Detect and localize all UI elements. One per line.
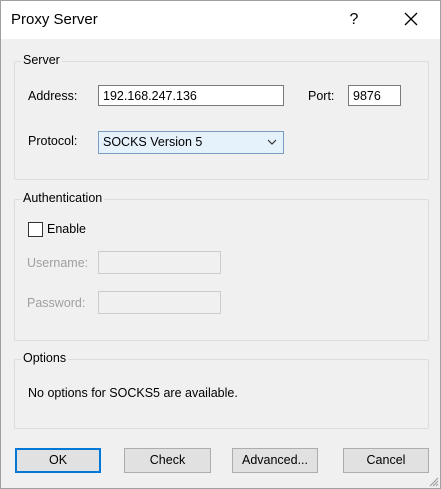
options-group-label: Options [21,351,69,365]
close-button[interactable] [397,7,425,33]
enable-checkbox[interactable] [28,222,43,237]
protocol-label: Protocol: [28,134,78,148]
password-label: Password: [27,296,86,310]
help-button[interactable]: ? [341,7,367,33]
options-message: No options for SOCKS5 are available. [28,386,238,400]
password-input[interactable] [98,291,221,314]
protocol-select[interactable]: SOCKS Version 5 [98,131,284,154]
advanced-button[interactable]: Advanced... [232,448,318,473]
authentication-group-label: Authentication [21,191,105,205]
server-group: Server [14,53,429,180]
ok-button[interactable]: OK [15,448,101,473]
close-icon [404,12,418,26]
resize-grip-icon[interactable] [428,476,439,487]
port-input[interactable] [348,85,401,106]
protocol-select-value: SOCKS Version 5 [103,135,203,149]
server-group-label: Server [21,53,62,67]
address-input[interactable] [98,85,284,106]
enable-label[interactable]: Enable [47,222,86,236]
authentication-group: Authentication [14,191,429,341]
chevron-down-icon [267,139,277,145]
address-label: Address: [28,89,78,103]
username-input[interactable] [98,251,221,274]
port-label: Port: [308,89,335,103]
title-bar[interactable]: Proxy Server ? [1,1,440,39]
username-label: Username: [27,256,89,270]
cancel-button[interactable]: Cancel [343,448,429,473]
dialog-title: Proxy Server [11,11,98,28]
check-button[interactable]: Check [124,448,211,473]
proxy-server-dialog: Proxy Server ? Server Address: Port: Pro… [0,0,441,489]
